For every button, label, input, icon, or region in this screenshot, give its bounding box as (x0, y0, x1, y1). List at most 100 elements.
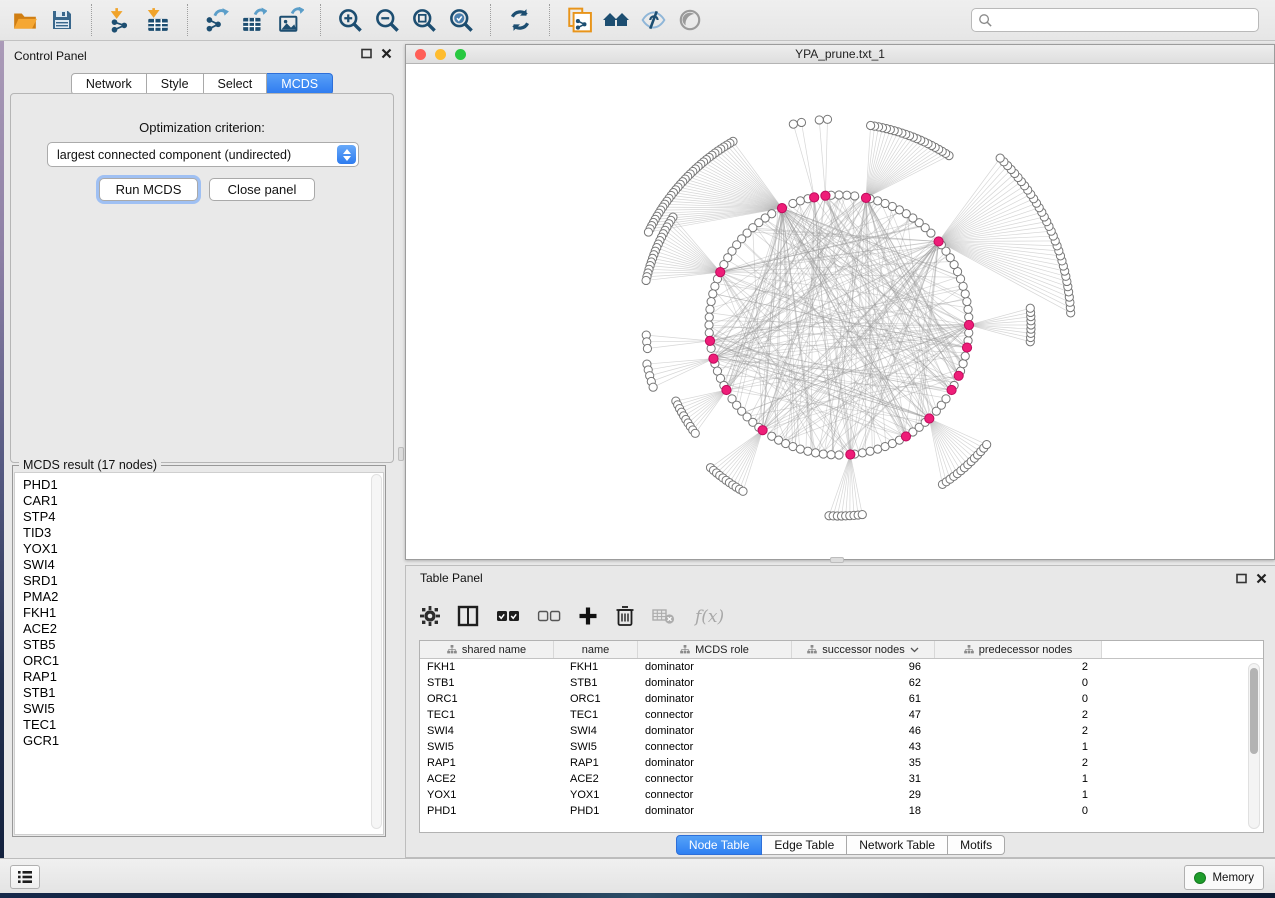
network-mcds-hub-node[interactable] (947, 385, 956, 394)
network-graph-canvas[interactable] (406, 64, 1274, 559)
add-column-icon[interactable] (578, 606, 598, 626)
table-row[interactable]: FKH1FKH1dominator962 (420, 659, 1263, 675)
tab-network-table[interactable]: Network Table (847, 835, 948, 855)
network-leaf-node[interactable] (866, 121, 874, 129)
zoom-out-icon[interactable] (372, 5, 402, 35)
run-mcds-button[interactable]: Run MCDS (99, 178, 198, 201)
table-row[interactable]: ACE2ACE2connector311 (420, 771, 1263, 787)
close-panel-button[interactable]: Close panel (209, 178, 315, 201)
mcds-result-item[interactable]: TEC1 (23, 717, 383, 733)
network-node[interactable] (706, 305, 714, 313)
network-node[interactable] (961, 290, 969, 298)
network-node[interactable] (819, 450, 827, 458)
mcds-result-item[interactable]: SWI5 (23, 701, 383, 717)
zoom-in-icon[interactable] (335, 5, 365, 35)
network-leaf-node[interactable] (1026, 304, 1034, 312)
table-row[interactable]: ORC1ORC1dominator610 (420, 691, 1263, 707)
network-leaf-node[interactable] (644, 228, 652, 236)
close-panel-icon[interactable] (381, 48, 392, 59)
float-panel-icon[interactable] (361, 48, 372, 59)
network-node[interactable] (851, 192, 859, 200)
mcds-result-item[interactable]: FKH1 (23, 605, 383, 621)
network-node[interactable] (874, 197, 882, 205)
horizontal-splitter-grip[interactable] (830, 557, 844, 563)
table-row[interactable]: SWI4SWI4dominator462 (420, 723, 1263, 739)
mcds-result-item[interactable]: GCR1 (23, 733, 383, 749)
mcds-result-item[interactable]: PMA2 (23, 589, 383, 605)
mcds-result-item[interactable]: ACE2 (23, 621, 383, 637)
network-node[interactable] (843, 191, 851, 199)
export-table-icon[interactable] (239, 5, 269, 35)
float-panel-icon[interactable] (1236, 573, 1247, 584)
mcds-result-item[interactable]: STP4 (23, 509, 383, 525)
network-node[interactable] (866, 447, 874, 455)
network-leaf-node[interactable] (643, 344, 651, 352)
open-folder-icon[interactable] (10, 5, 40, 35)
mcds-result-item[interactable]: STB1 (23, 685, 383, 701)
network-node[interactable] (705, 313, 713, 321)
show-panels-list-button[interactable] (10, 865, 40, 889)
network-mcds-hub-node[interactable] (962, 343, 971, 352)
import-table-icon[interactable] (143, 5, 173, 35)
function-builder-icon[interactable]: f(x) (693, 605, 727, 627)
export-image-icon[interactable] (276, 5, 306, 35)
network-node[interactable] (827, 451, 835, 459)
zoom-selected-icon[interactable] (446, 5, 476, 35)
tab-node-table[interactable]: Node Table (676, 835, 763, 855)
network-leaf-node[interactable] (649, 383, 657, 391)
mcds-result-item[interactable]: RAP1 (23, 669, 383, 685)
memory-button[interactable]: Memory (1184, 865, 1264, 890)
table-row[interactable]: RAP1RAP1dominator352 (420, 755, 1263, 771)
mcds-result-item[interactable]: ORC1 (23, 653, 383, 669)
save-icon[interactable] (47, 5, 77, 35)
column-header-successor-nodes[interactable]: successor nodes (792, 641, 935, 658)
network-mcds-hub-node[interactable] (925, 414, 934, 423)
network-node[interactable] (835, 191, 843, 199)
column-layout-icon[interactable] (457, 605, 479, 627)
network-leaf-node[interactable] (858, 510, 866, 518)
network-node[interactable] (796, 445, 804, 453)
delete-table-icon[interactable] (652, 607, 676, 625)
tab-edge-table[interactable]: Edge Table (762, 835, 847, 855)
network-mcds-hub-node[interactable] (709, 354, 718, 363)
clone-network-icon[interactable] (564, 5, 594, 35)
network-leaf-node[interactable] (739, 487, 747, 495)
network-node[interactable] (959, 360, 967, 368)
network-leaf-node[interactable] (823, 115, 831, 123)
network-node[interactable] (705, 329, 713, 337)
table-row[interactable]: YOX1YOX1connector291 (420, 787, 1263, 803)
network-mcds-hub-node[interactable] (846, 450, 855, 459)
network-mcds-hub-node[interactable] (705, 336, 714, 345)
network-mcds-hub-node[interactable] (777, 204, 786, 213)
network-leaf-node[interactable] (691, 429, 699, 437)
column-header-predecessor-nodes[interactable]: predecessor nodes (935, 641, 1102, 658)
column-header-name[interactable]: name (554, 641, 638, 658)
network-leaf-node[interactable] (797, 118, 805, 126)
search-input[interactable] (993, 13, 1252, 27)
network-leaf-node[interactable] (996, 154, 1004, 162)
network-leaf-node[interactable] (789, 120, 797, 128)
vertical-splitter-grip[interactable] (398, 447, 404, 461)
tab-network[interactable]: Network (71, 73, 147, 95)
network-mcds-hub-node[interactable] (954, 371, 963, 380)
mcds-list-scrollbar[interactable] (371, 474, 382, 829)
mcds-result-item[interactable]: SWI4 (23, 557, 383, 573)
mcds-result-item[interactable]: SRD1 (23, 573, 383, 589)
network-node[interactable] (835, 451, 843, 459)
refresh-layout-icon[interactable] (505, 5, 535, 35)
network-node[interactable] (804, 447, 812, 455)
export-network-icon[interactable] (202, 5, 232, 35)
network-mcds-hub-node[interactable] (758, 426, 767, 435)
network-mcds-hub-node[interactable] (901, 432, 910, 441)
network-node[interactable] (707, 297, 715, 305)
tab-motifs[interactable]: Motifs (948, 835, 1005, 855)
table-row[interactable]: SWI5SWI5connector431 (420, 739, 1263, 755)
table-scrollbar[interactable] (1248, 663, 1260, 829)
network-node[interactable] (964, 305, 972, 313)
home-views-icon[interactable] (601, 5, 631, 35)
mcds-result-item[interactable]: YOX1 (23, 541, 383, 557)
optimization-criterion-select[interactable]: largest connected component (undirected) (47, 142, 359, 167)
network-mcds-hub-node[interactable] (861, 193, 870, 202)
mcds-result-item[interactable]: TID3 (23, 525, 383, 541)
table-row[interactable]: STB1STB1dominator620 (420, 675, 1263, 691)
